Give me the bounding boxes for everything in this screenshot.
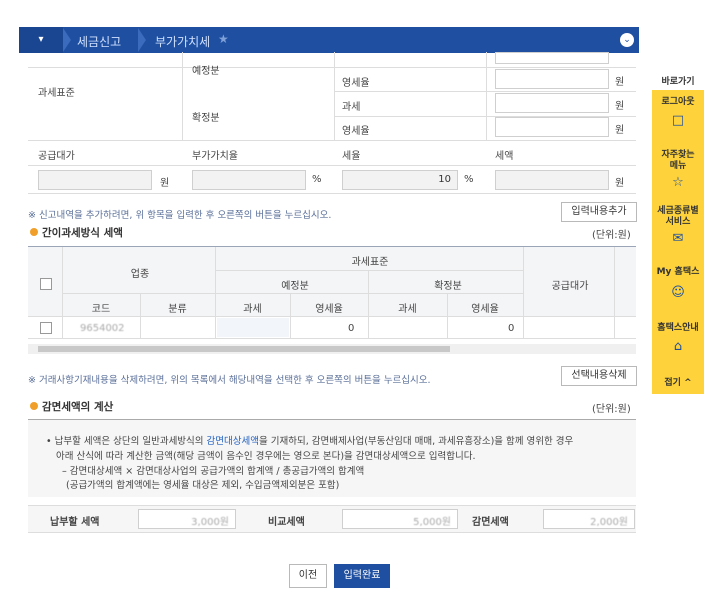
- menu-dropdown-button[interactable]: ▾: [19, 27, 63, 53]
- row-checkbox[interactable]: [40, 322, 52, 334]
- favorites-menu-link[interactable]: 자주찾는 메뉴: [652, 150, 704, 172]
- logout-link[interactable]: 로그아웃: [652, 94, 704, 107]
- hwakjeong-header: 확정분: [434, 281, 462, 292]
- zero-rate-label: 영세율: [342, 78, 370, 89]
- amount-input[interactable]: [495, 52, 609, 64]
- yejeong-label: 예정분: [192, 66, 220, 77]
- collapse-panel-button[interactable]: 접기 ^: [652, 375, 704, 388]
- unit-label: 원: [615, 178, 625, 189]
- supply-price-header: 공급대가: [551, 281, 589, 292]
- confirmed-zero-rate-input[interactable]: [495, 117, 609, 137]
- code-header: 코드: [91, 304, 111, 315]
- zero-rate-cell: 0: [348, 323, 355, 334]
- home-icon: ⌂: [673, 339, 683, 354]
- supply-price-header: 공급대가: [38, 151, 75, 162]
- tax-rate-input: 10: [342, 170, 458, 190]
- taxable-cell: [217, 318, 289, 337]
- add-hint-text: ※ 신고내역을 추가하려면, 위 항목을 입력한 후 오른쪽의 버튼을 누르십시…: [28, 210, 332, 221]
- star-icon: ☆: [672, 175, 684, 190]
- yejeong-header: 예정분: [281, 281, 309, 292]
- taxable-header: 과세: [243, 304, 262, 315]
- breadcrumb-tax-filing[interactable]: 세금신고: [77, 33, 121, 50]
- mail-icon: ✉: [672, 231, 684, 246]
- zero-rate-cell: 0: [508, 323, 515, 334]
- scrollbar-thumb[interactable]: [38, 346, 450, 352]
- breadcrumb-vat[interactable]: 부가가치세: [155, 33, 210, 50]
- chevron-right-icon: [63, 28, 71, 52]
- zero-rate-amount-input[interactable]: [495, 69, 609, 89]
- reduction-tax-value: 2,000원: [543, 509, 635, 529]
- submit-button[interactable]: 입력완료: [334, 564, 390, 588]
- add-entry-button[interactable]: 입력내용추가: [561, 202, 637, 222]
- supply-price-input[interactable]: [38, 170, 152, 190]
- zero-rate-header: 영세율: [471, 304, 499, 315]
- industry-header: 업종: [130, 269, 150, 280]
- percent-unit-label: %: [464, 174, 474, 185]
- delete-selected-button[interactable]: 선택내용삭제: [561, 366, 637, 386]
- reduction-target-link[interactable]: 감면대상세액: [207, 436, 259, 447]
- section-bullet-icon: [30, 402, 38, 410]
- delete-hint-text: ※ 거래사항기재내용을 삭제하려면, 위의 목록에서 해당내역을 선택한 후 오…: [28, 375, 431, 386]
- person-icon: ☺: [671, 285, 685, 300]
- vat-rate-header: 부가가치율: [192, 151, 238, 162]
- zero-rate-label: 영세율: [342, 126, 370, 137]
- unit-label: 원: [615, 101, 625, 112]
- collapse-circle-icon[interactable]: ⌄: [620, 33, 634, 47]
- my-hometax-link[interactable]: My 홈택스: [652, 264, 704, 277]
- unit-label: 원: [615, 125, 625, 136]
- tax-service-link[interactable]: 세금종류별 서비스: [652, 206, 704, 228]
- payable-tax-value: 3,000원: [138, 509, 236, 529]
- previous-button[interactable]: 이전: [289, 564, 327, 588]
- compare-tax-label: 비교세액: [268, 517, 305, 528]
- vat-rate-input[interactable]: [192, 170, 306, 190]
- class-header: 분류: [168, 304, 187, 315]
- explanation-line: • 납부할 세액은 상단의 일반과세방식의 감면대상세액을 기재하되, 감면배제…: [46, 436, 574, 447]
- unit-label: 원: [615, 77, 625, 88]
- explanation-line: 아래 산식에 따라 계산한 금액(해당 금액이 음수인 경우에는 영으로 본다)…: [56, 451, 476, 462]
- taxable-label: 과세: [342, 102, 361, 113]
- section-bullet-icon: [30, 228, 38, 236]
- hometax-guide-link[interactable]: 홈택스안내: [652, 320, 704, 333]
- taxable-header: 과세: [398, 304, 417, 315]
- unit-note: (단위:원): [592, 404, 631, 415]
- select-all-checkbox[interactable]: [40, 278, 52, 290]
- formula-line: – 감면대상세액 × 감면대상사업의 공급가액의 합계액 / 총공급가액의 합계…: [62, 466, 365, 477]
- star-icon[interactable]: ★: [218, 32, 229, 46]
- tax-base-label: 과세표준: [38, 88, 75, 99]
- section-title-reduction: 감면세액의 계산: [42, 401, 114, 413]
- hwakjeong-label: 확정분: [192, 113, 220, 124]
- payable-tax-label: 납부할 세액: [50, 517, 100, 528]
- reduction-tax-label: 감면세액: [472, 517, 509, 528]
- compare-tax-value: 5,000원: [342, 509, 458, 529]
- confirmed-taxable-input[interactable]: [495, 93, 609, 113]
- zero-rate-header: 영세율: [315, 304, 343, 315]
- unit-note: (단위:원): [592, 230, 631, 241]
- tax-rate-value: 10: [438, 174, 451, 185]
- tax-rate-header: 세율: [342, 151, 361, 162]
- formula-note: (공급가액의 합계액에는 영세율 대상은 제외, 수입금액제외분은 포함): [66, 480, 340, 491]
- section-title-simplified-tax: 간이과세방식 세액: [42, 227, 123, 239]
- tax-amount-header: 세액: [495, 151, 514, 162]
- unit-label: 원: [160, 178, 170, 189]
- percent-unit-label: %: [312, 174, 322, 185]
- shortcut-title: 바로가기: [652, 74, 704, 87]
- tax-amount-input: [495, 170, 609, 190]
- tax-base-header: 과세표준: [351, 257, 389, 268]
- chevron-right-icon: [138, 28, 146, 52]
- lock-icon: □: [671, 113, 685, 128]
- industry-code-cell: 9654002: [80, 323, 125, 334]
